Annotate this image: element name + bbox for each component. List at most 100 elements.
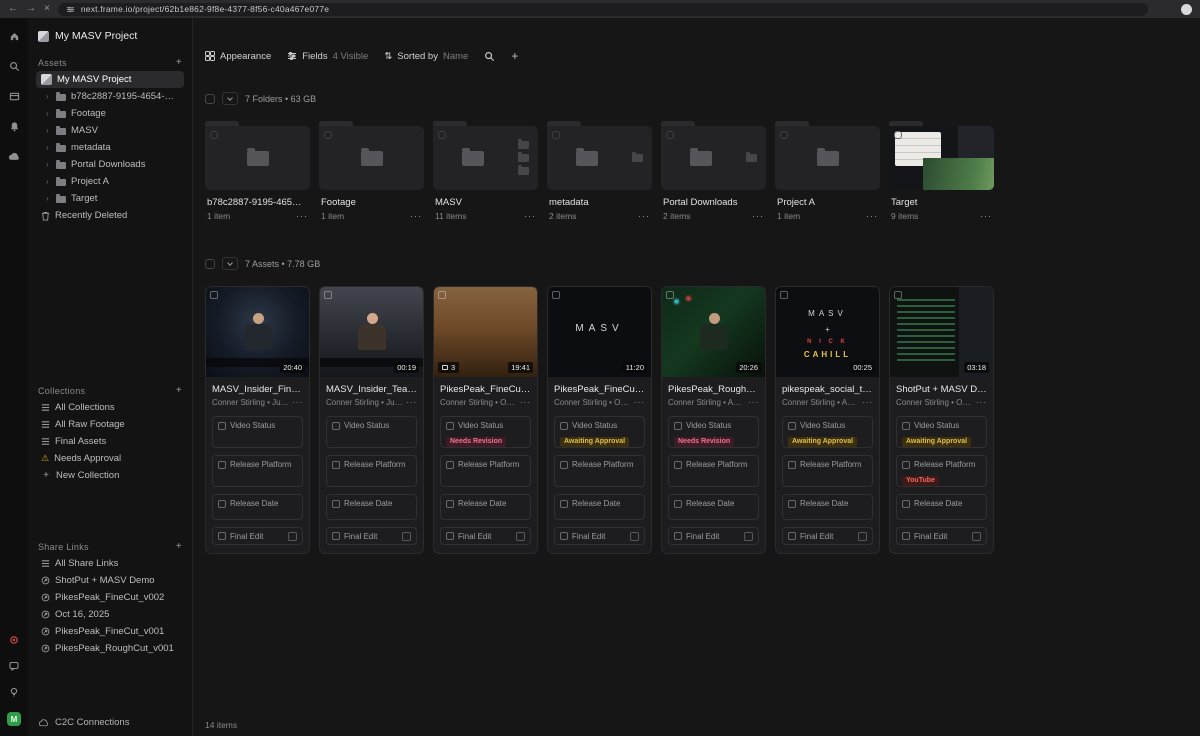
sidebar-item-collection[interactable]: All Collections bbox=[36, 399, 184, 416]
asset-name[interactable]: MASV_Insider_Teaser_Fin... bbox=[326, 384, 417, 395]
asset-name[interactable]: ShotPut + MASV Demo.mov bbox=[896, 384, 987, 395]
folder-menu[interactable]: ··· bbox=[752, 211, 764, 221]
asset-card[interactable]: MASV 11:20 PikesPeak_FineCut_v002... Con… bbox=[547, 286, 652, 554]
folder-name[interactable]: Footage bbox=[321, 197, 422, 208]
sidebar-item-folder[interactable]: › b78c2887-9195-4654-b94f-f... bbox=[36, 88, 184, 105]
folder-name[interactable]: b78c2887-9195-4654-b9... bbox=[207, 197, 308, 208]
sort-button[interactable]: ⇅ Sorted by Name bbox=[384, 51, 468, 62]
asset-checkbox[interactable] bbox=[894, 291, 902, 299]
chevron-right-icon[interactable]: › bbox=[46, 92, 51, 101]
field-final-edit[interactable]: Final Edit bbox=[554, 527, 645, 545]
asset-card[interactable]: MASV + N I C K CAHILL 00:25 pikespeak_so… bbox=[775, 286, 880, 554]
final-edit-checkbox[interactable] bbox=[402, 532, 411, 541]
sidebar-item-share-link[interactable]: PikesPeak_RoughCut_v001 bbox=[36, 640, 184, 657]
final-edit-checkbox[interactable] bbox=[744, 532, 753, 541]
library-icon[interactable] bbox=[8, 90, 20, 102]
folder-checkbox[interactable] bbox=[552, 131, 560, 139]
asset-thumbnail[interactable]: 00:19 bbox=[320, 287, 423, 377]
field-release-date[interactable]: Release Date bbox=[326, 494, 417, 520]
folder-menu[interactable]: ··· bbox=[980, 211, 992, 221]
asset-checkbox[interactable] bbox=[324, 291, 332, 299]
asset-name[interactable]: MASV_Insider_FineCut_v0... bbox=[212, 384, 303, 395]
asset-name[interactable]: PikesPeak_FineCut_v002... bbox=[554, 384, 645, 395]
sidebar-item-collection[interactable]: All Raw Footage bbox=[36, 416, 184, 433]
sidebar-item-collection[interactable]: Final Assets bbox=[36, 433, 184, 450]
select-all-assets-checkbox[interactable] bbox=[205, 259, 215, 269]
sidebar-item-collection-needs-approval[interactable]: ⚠ Needs Approval bbox=[36, 450, 184, 467]
asset-card[interactable]: 3 19:41 PikesPeak_FineCut_v001... Conner… bbox=[433, 286, 538, 554]
asset-checkbox[interactable] bbox=[780, 291, 788, 299]
folder-name[interactable]: Portal Downloads bbox=[663, 197, 764, 208]
asset-menu[interactable]: ··· bbox=[634, 398, 645, 407]
asset-card[interactable]: 20:26 PikesPeak_RoughCut_v00... Conner S… bbox=[661, 286, 766, 554]
add-share-link-icon[interactable]: + bbox=[176, 541, 182, 552]
appearance-button[interactable]: Appearance bbox=[205, 51, 271, 62]
final-edit-checkbox[interactable] bbox=[858, 532, 867, 541]
sidebar-item-folder[interactable]: › Project A bbox=[36, 173, 184, 190]
field-release-platform[interactable]: Release Platform bbox=[212, 455, 303, 487]
sidebar-item-new-collection[interactable]: + New Collection bbox=[36, 467, 184, 484]
field-release-platform[interactable]: Release PlatformYouTube bbox=[896, 455, 987, 487]
asset-menu[interactable]: ··· bbox=[520, 398, 531, 407]
chevron-right-icon[interactable]: › bbox=[46, 177, 51, 186]
asset-menu[interactable]: ··· bbox=[862, 398, 873, 407]
folder-card[interactable]: Project A1 item··· bbox=[775, 121, 880, 221]
chevron-right-icon[interactable]: › bbox=[46, 194, 51, 203]
folder-menu[interactable]: ··· bbox=[524, 211, 536, 221]
chevron-right-icon[interactable]: › bbox=[46, 126, 51, 135]
asset-checkbox[interactable] bbox=[438, 291, 446, 299]
sidebar-item-share-link[interactable]: All Share Links bbox=[36, 555, 184, 572]
forward-icon[interactable]: → bbox=[26, 4, 36, 14]
chevron-right-icon[interactable]: › bbox=[46, 143, 51, 152]
add-collection-icon[interactable]: + bbox=[176, 385, 182, 396]
sidebar-item-folder[interactable]: › Footage bbox=[36, 105, 184, 122]
folder-checkbox[interactable] bbox=[210, 131, 218, 139]
field-release-date[interactable]: Release Date bbox=[440, 494, 531, 520]
field-final-edit[interactable]: Final Edit bbox=[212, 527, 303, 545]
field-final-edit[interactable]: Final Edit bbox=[896, 527, 987, 545]
field-video-status[interactable]: Video StatusAwaiting Approval bbox=[896, 416, 987, 448]
asset-menu[interactable]: ··· bbox=[748, 398, 759, 407]
search-button[interactable] bbox=[484, 51, 495, 62]
asset-menu[interactable]: ··· bbox=[292, 398, 303, 407]
folder-card[interactable]: Target9 items··· bbox=[889, 121, 994, 221]
field-video-status[interactable]: Video StatusAwaiting Approval bbox=[782, 416, 873, 448]
folder-card[interactable]: metadata2 items··· bbox=[547, 121, 652, 221]
field-final-edit[interactable]: Final Edit bbox=[668, 527, 759, 545]
folder-checkbox[interactable] bbox=[780, 131, 788, 139]
sidebar-item-share-link[interactable]: PikesPeak_FineCut_v002 bbox=[36, 589, 184, 606]
collapse-folders-button[interactable] bbox=[222, 92, 238, 105]
folder-menu[interactable]: ··· bbox=[296, 211, 308, 221]
folder-card[interactable]: MASV11 items··· bbox=[433, 121, 538, 221]
address-bar[interactable]: next.frame.io/project/62b1e862-9f8e-4377… bbox=[58, 3, 1148, 16]
add-asset-icon[interactable]: + bbox=[176, 57, 182, 68]
back-icon[interactable]: ← bbox=[8, 4, 18, 14]
asset-name[interactable]: PikesPeak_FineCut_v001... bbox=[440, 384, 531, 395]
field-video-status[interactable]: Video Status bbox=[212, 416, 303, 448]
sidebar-item-root-project[interactable]: My MASV Project bbox=[36, 71, 184, 88]
folder-card[interactable]: Footage1 item··· bbox=[319, 121, 424, 221]
field-release-platform[interactable]: Release Platform bbox=[782, 455, 873, 487]
folder-menu[interactable]: ··· bbox=[866, 211, 878, 221]
avatar[interactable] bbox=[1181, 4, 1192, 15]
asset-checkbox[interactable] bbox=[552, 291, 560, 299]
field-final-edit[interactable]: Final Edit bbox=[326, 527, 417, 545]
sidebar-item-folder[interactable]: › Portal Downloads bbox=[36, 156, 184, 173]
field-release-platform[interactable]: Release Platform bbox=[326, 455, 417, 487]
field-release-platform[interactable]: Release Platform bbox=[668, 455, 759, 487]
folder-checkbox[interactable] bbox=[438, 131, 446, 139]
asset-card[interactable]: 03:18 ShotPut + MASV Demo.mov Conner Sti… bbox=[889, 286, 994, 554]
field-release-platform[interactable]: Release Platform bbox=[554, 455, 645, 487]
folder-name[interactable]: Project A bbox=[777, 197, 878, 208]
field-release-platform[interactable]: Release Platform bbox=[440, 455, 531, 487]
sidebar-item-recently-deleted[interactable]: Recently Deleted bbox=[36, 207, 184, 224]
asset-card[interactable]: 20:40 MASV_Insider_FineCut_v0... Conner … bbox=[205, 286, 310, 554]
notifications-icon[interactable] bbox=[8, 120, 20, 132]
sidebar-item-c2c-connections[interactable]: C2C Connections bbox=[38, 717, 129, 728]
project-header[interactable]: My MASV Project bbox=[36, 26, 184, 54]
field-final-edit[interactable]: Final Edit bbox=[440, 527, 531, 545]
final-edit-checkbox[interactable] bbox=[516, 532, 525, 541]
final-edit-checkbox[interactable] bbox=[630, 532, 639, 541]
field-release-date[interactable]: Release Date bbox=[896, 494, 987, 520]
field-video-status[interactable]: Video Status bbox=[326, 416, 417, 448]
